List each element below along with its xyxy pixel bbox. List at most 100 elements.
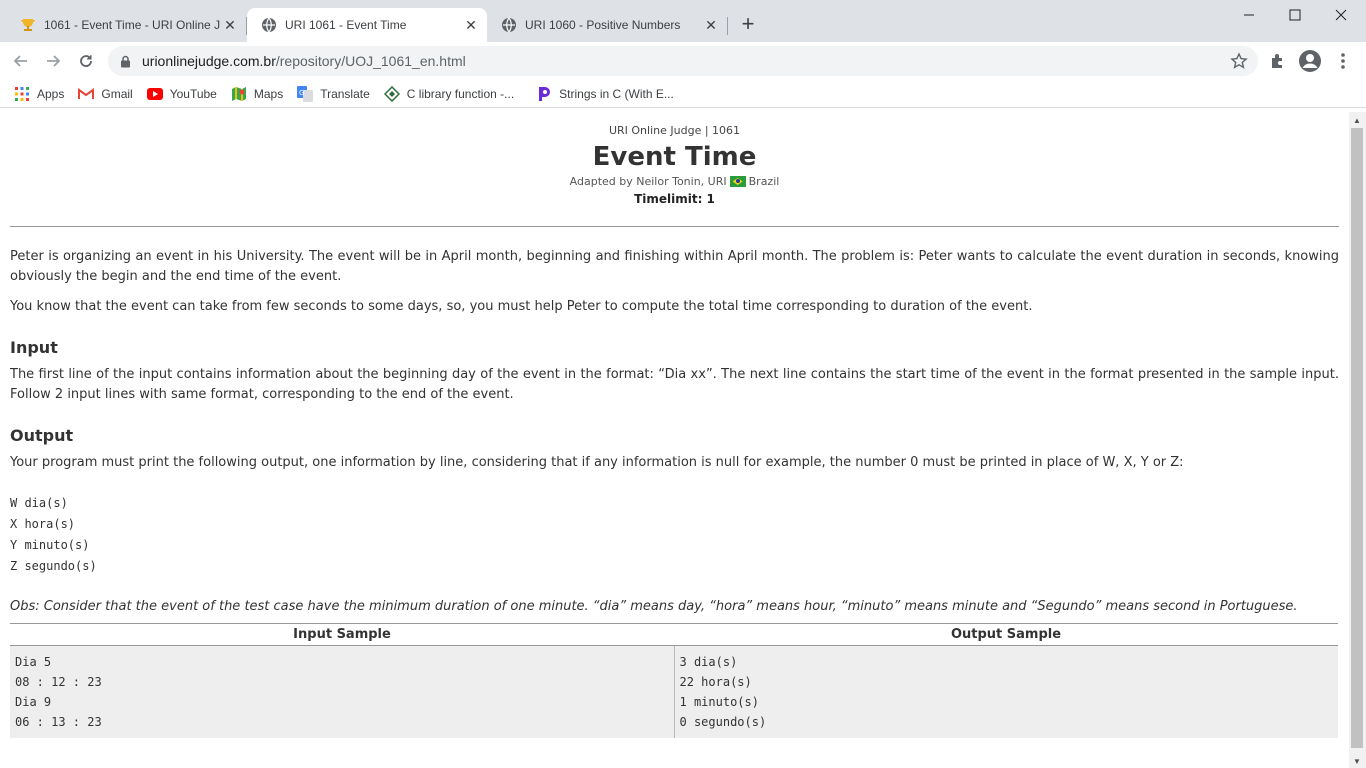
- input-sample-cell: Dia 5 08 : 12 : 23 Dia 9 06 : 13 : 23: [10, 645, 675, 738]
- bookmark-label: YouTube: [169, 86, 217, 101]
- tab-divider: [727, 17, 728, 35]
- extensions-button[interactable]: [1265, 48, 1291, 74]
- reload-button[interactable]: [73, 48, 99, 74]
- maximize-icon: [1289, 9, 1301, 21]
- output-format-line: X hora(s): [10, 517, 76, 531]
- window-close-button[interactable]: [1318, 0, 1364, 30]
- tab-strip: 1061 - Event Time - URI Online Ju ✕ URI …: [0, 0, 1366, 42]
- tab-uri-judge[interactable]: 1061 - Event Time - URI Online Ju ✕: [6, 8, 246, 42]
- header-divider: [10, 226, 1339, 227]
- avatar-icon: [1299, 50, 1321, 72]
- output-sample-cell: 3 dia(s) 22 hora(s) 1 minuto(s) 0 segund…: [674, 645, 1338, 738]
- input-sample-heading: Input Sample: [10, 623, 674, 646]
- sample-line: 3 dia(s): [679, 655, 738, 669]
- problem-header: URI Online Judge | 1061 Event Time Adapt…: [0, 124, 1349, 206]
- input-heading: Input: [10, 338, 58, 357]
- country-text: Brazil: [748, 175, 780, 188]
- apps-grid-icon: [14, 86, 30, 102]
- bookmark-label: Maps: [253, 86, 284, 101]
- sample-line: Dia 9: [15, 695, 52, 709]
- back-arrow-icon: [13, 55, 27, 67]
- reload-icon: [80, 55, 92, 67]
- output-format-line: Y minuto(s): [10, 538, 90, 552]
- sample-line: 0 segundo(s): [679, 715, 767, 729]
- tab-event-time[interactable]: URI 1061 - Event Time ✕: [247, 8, 487, 42]
- bookmark-label: Gmail: [101, 86, 133, 101]
- close-icon[interactable]: ✕: [461, 15, 481, 35]
- description-paragraph: You know that the event can take from fe…: [10, 299, 1033, 314]
- problem-body: Peter is organizing an event in his Univ…: [0, 247, 1349, 617]
- sample-line: 06 : 13 : 23: [15, 715, 102, 729]
- svg-text:G: G: [299, 89, 304, 97]
- output-format-line: Z segundo(s): [10, 559, 97, 573]
- maps-icon: [231, 86, 247, 102]
- programiz-icon: [536, 86, 552, 102]
- diamond-icon: [383, 85, 400, 102]
- bookmark-translate[interactable]: G Translate: [297, 85, 370, 102]
- forward-arrow-icon: [47, 55, 61, 67]
- back-button[interactable]: [8, 48, 34, 74]
- bookmark-strings-in-c[interactable]: Strings in C (With E...: [536, 86, 674, 102]
- output-format-block: W dia(s) X hora(s) Y minuto(s) Z segundo…: [10, 493, 1339, 577]
- tab-title: URI 1061 - Event Time: [285, 18, 407, 32]
- vertical-scrollbar[interactable]: ▲ ▼: [1349, 112, 1366, 768]
- close-icon[interactable]: ✕: [701, 15, 721, 35]
- bookmark-label: Strings in C (With E...: [559, 86, 674, 101]
- close-icon[interactable]: ✕: [220, 15, 240, 35]
- minimize-button[interactable]: [1226, 0, 1272, 30]
- kebab-menu-icon: [1341, 53, 1345, 69]
- input-description: The first line of the input contains inf…: [10, 367, 1339, 402]
- lock-icon: [120, 55, 132, 68]
- new-tab-button[interactable]: +: [737, 13, 759, 36]
- sample-line: 08 : 12 : 23: [15, 675, 102, 689]
- bookmarks-bar: Apps Gmail YouTube Maps G Translate C li…: [0, 80, 1366, 108]
- output-heading: Output: [10, 426, 74, 445]
- bookmark-c-library[interactable]: C library function -...: [383, 85, 515, 102]
- bookmark-label: Translate: [320, 86, 370, 101]
- scroll-down-arrow-icon[interactable]: ▼: [1353, 757, 1361, 766]
- scroll-up-arrow-icon[interactable]: ▲: [1353, 116, 1361, 125]
- trophy-icon: [20, 17, 36, 33]
- bookmark-gmail[interactable]: Gmail: [78, 86, 133, 102]
- bookmark-apps[interactable]: Apps: [14, 86, 64, 102]
- close-icon: [1335, 9, 1347, 21]
- sample-line: Dia 5: [15, 655, 52, 669]
- gmail-icon: [78, 86, 95, 102]
- menu-button[interactable]: [1330, 48, 1356, 74]
- samples-table: Input Sample Output Sample Dia 5 08 : 12…: [10, 623, 1338, 738]
- tab-title: 1061 - Event Time - URI Online Ju: [44, 18, 220, 32]
- sample-line: 1 minuto(s): [679, 695, 759, 709]
- tab-positive-numbers[interactable]: URI 1060 - Positive Numbers ✕: [487, 8, 727, 42]
- judge-label: URI Online Judge | 1061: [608, 124, 741, 137]
- url-path: /repository/UOJ_1061_en.html: [275, 53, 466, 69]
- globe-icon: [261, 17, 277, 33]
- youtube-icon: [146, 86, 163, 102]
- bookmark-star-icon[interactable]: [1230, 52, 1248, 70]
- observation-note: Obs: Consider that the event of the test…: [10, 599, 1298, 614]
- url-domain: urionlinejudge.com.br: [142, 53, 276, 69]
- bookmark-label: C library function -...: [406, 86, 515, 101]
- scrollbar-thumb[interactable]: [1351, 128, 1363, 748]
- output-sample-heading: Output Sample: [674, 623, 1338, 646]
- author-line: Adapted by Neilor Tonin, URI Brazil: [0, 175, 1349, 188]
- maximize-button[interactable]: [1272, 0, 1318, 30]
- puzzle-icon: [1272, 54, 1282, 68]
- brazil-flag-icon: [729, 176, 746, 187]
- minimize-icon: [1244, 14, 1254, 16]
- page-content: URI Online Judge | 1061 Event Time Adapt…: [0, 112, 1349, 768]
- bookmark-maps[interactable]: Maps: [231, 86, 283, 102]
- forward-button[interactable]: [40, 48, 66, 74]
- translate-icon: G: [297, 85, 314, 102]
- profile-button[interactable]: [1297, 48, 1323, 74]
- globe-icon: [501, 17, 517, 33]
- address-bar[interactable]: urionlinejudge.com.br/repository/UOJ_106…: [108, 46, 1258, 76]
- description-paragraph: Peter is organizing an event in his Univ…: [10, 249, 1339, 284]
- author-text: Adapted by Neilor Tonin, URI: [569, 175, 727, 188]
- bookmark-label: Apps: [37, 86, 65, 101]
- output-description: Your program must print the following ou…: [10, 455, 1184, 470]
- bookmark-youtube[interactable]: YouTube: [146, 86, 217, 102]
- timelimit: Timelimit: 1: [634, 192, 715, 206]
- tab-title: URI 1060 - Positive Numbers: [525, 18, 681, 32]
- output-format-line: W dia(s): [10, 496, 68, 510]
- browser-toolbar: urionlinejudge.com.br/repository/UOJ_106…: [0, 42, 1366, 80]
